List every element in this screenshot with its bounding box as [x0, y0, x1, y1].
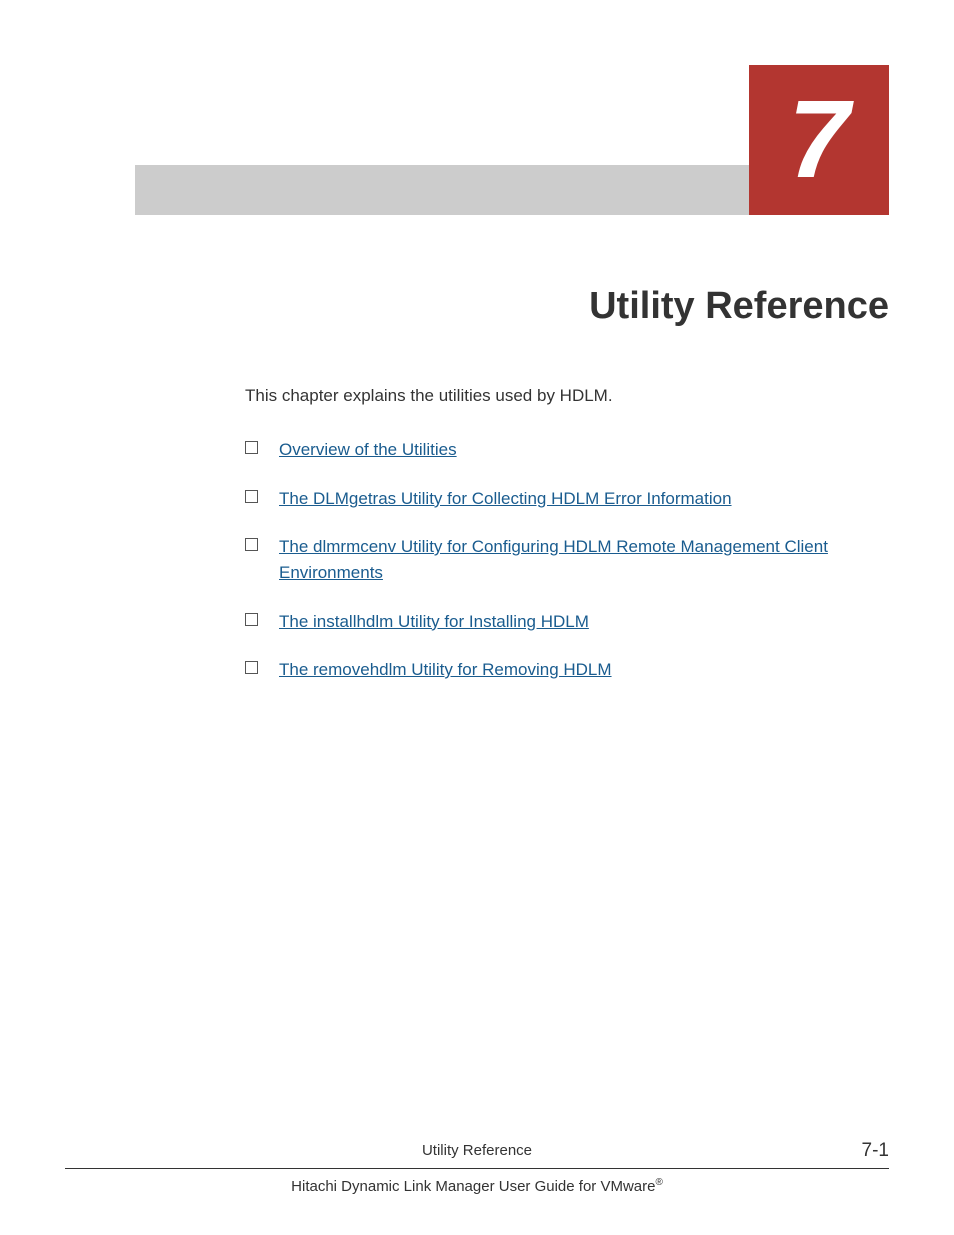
toc-link-dlmgetras[interactable]: The DLMgetras Utility for Collecting HDL… [279, 489, 732, 508]
square-bullet-icon [245, 538, 258, 551]
footer-section-title: Utility Reference [65, 1142, 889, 1159]
square-bullet-icon [245, 441, 258, 454]
footer-page-number: 7-1 [862, 1140, 889, 1162]
chapter-intro: This chapter explains the utilities used… [245, 383, 889, 409]
page-container: 7 Utility Reference This chapter explain… [0, 0, 954, 1235]
toc-list: Overview of the Utilities The DLMgetras … [245, 437, 889, 683]
toc-item: The removehdlm Utility for Removing HDLM [245, 657, 889, 683]
toc-link-overview[interactable]: Overview of the Utilities [279, 440, 457, 459]
footer-guide-text: Hitachi Dynamic Link Manager User Guide … [291, 1178, 655, 1195]
chapter-title: Utility Reference [65, 285, 889, 328]
toc-item: The DLMgetras Utility for Collecting HDL… [245, 486, 889, 512]
toc-item: The dlmrmcenv Utility for Configuring HD… [245, 534, 889, 587]
content-area: This chapter explains the utilities used… [245, 383, 889, 683]
registered-symbol: ® [655, 1177, 662, 1188]
toc-link-installhdlm[interactable]: The installhdlm Utility for Installing H… [279, 612, 589, 631]
footer-top-row: Utility Reference 7-1 [65, 1142, 889, 1168]
square-bullet-icon [245, 661, 258, 674]
toc-item: The installhdlm Utility for Installing H… [245, 609, 889, 635]
toc-link-dlmrmcenv[interactable]: The dlmrmcenv Utility for Configuring HD… [279, 537, 828, 582]
toc-link-removehdlm[interactable]: The removehdlm Utility for Removing HDLM [279, 660, 612, 679]
square-bullet-icon [245, 490, 258, 503]
page-footer: Utility Reference 7-1 Hitachi Dynamic Li… [65, 1142, 889, 1195]
footer-rule [65, 1168, 889, 1169]
chapter-number-badge: 7 [749, 65, 889, 215]
chapter-header: 7 [135, 65, 889, 215]
footer-guide-title: Hitachi Dynamic Link Manager User Guide … [65, 1177, 889, 1195]
toc-item: Overview of the Utilities [245, 437, 889, 463]
square-bullet-icon [245, 613, 258, 626]
